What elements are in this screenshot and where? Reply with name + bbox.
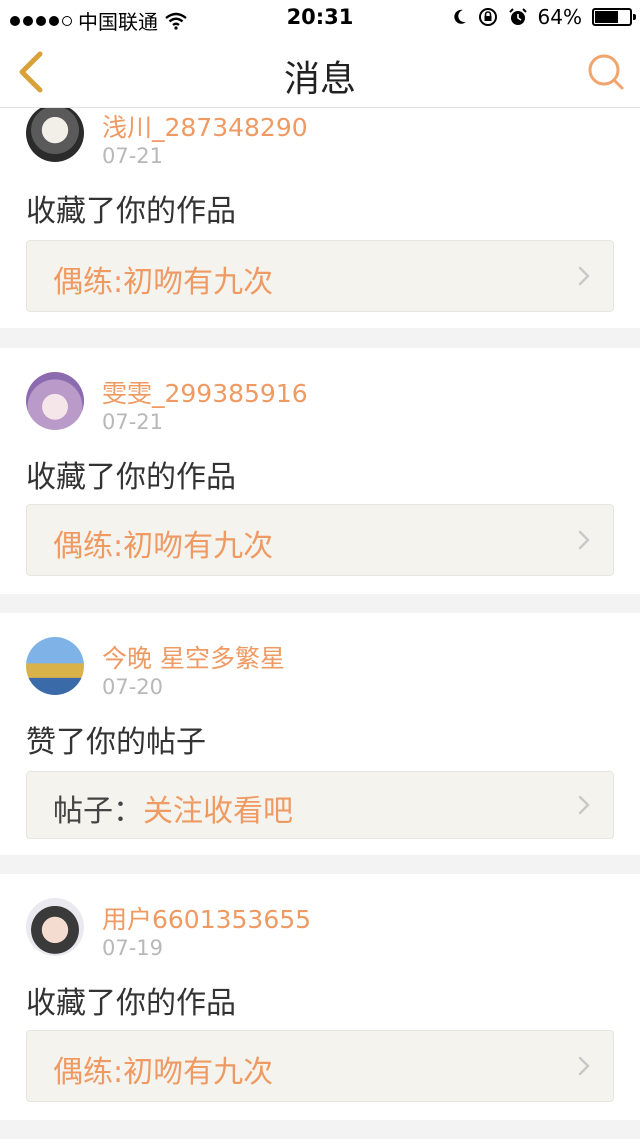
moon-icon bbox=[453, 9, 466, 24]
username[interactable]: 浅川_287348290 bbox=[102, 108, 308, 144]
username[interactable]: 用户6601353655 bbox=[102, 900, 311, 936]
search-icon bbox=[588, 54, 624, 90]
avatar[interactable] bbox=[26, 108, 84, 162]
action-text: 收藏了你的作品 bbox=[26, 986, 236, 1021]
reference-label: 帖子：关注收看吧 bbox=[53, 794, 293, 829]
list-item: 用户6601353655 07-19 收藏了你的作品 偶练:初吻有九次 bbox=[0, 874, 640, 1120]
username[interactable]: 雯雯_299385916 bbox=[102, 374, 308, 410]
page-title: 消息 bbox=[283, 59, 356, 100]
message-date: 07-21 bbox=[102, 144, 164, 168]
list-item: 今晚 星空多繁星 07-20 赞了你的帖子 帖子：关注收看吧 bbox=[0, 613, 640, 855]
avatar[interactable] bbox=[26, 637, 84, 695]
work-reference-link[interactable]: 偶练:初吻有九次 bbox=[26, 240, 614, 312]
list-item: 雯雯_299385916 07-21 收藏了你的作品 偶练:初吻有九次 bbox=[0, 348, 640, 594]
message-date: 07-20 bbox=[102, 675, 164, 699]
action-text: 收藏了你的作品 bbox=[26, 460, 236, 495]
list-item: 浅川_287348290 07-21 收藏了你的作品 偶练:初吻有九次 bbox=[0, 108, 640, 328]
alarm-icon bbox=[508, 8, 527, 25]
action-text: 收藏了你的作品 bbox=[26, 194, 236, 229]
message-date: 07-21 bbox=[102, 410, 164, 434]
nav-bar: 消息 bbox=[0, 36, 640, 108]
search-button[interactable] bbox=[584, 50, 628, 94]
message-date: 07-19 bbox=[102, 936, 164, 960]
battery-icon bbox=[592, 8, 636, 26]
post-reference-link[interactable]: 帖子：关注收看吧 bbox=[26, 771, 614, 839]
chevron-right-icon bbox=[578, 266, 590, 286]
avatar[interactable] bbox=[26, 898, 84, 956]
status-bar: 中国联通 20:31 64% bbox=[0, 0, 640, 36]
reference-label: 偶练:初吻有九次 bbox=[53, 529, 274, 564]
avatar[interactable] bbox=[26, 372, 84, 430]
action-text: 赞了你的帖子 bbox=[26, 725, 206, 760]
message-list[interactable]: 浅川_287348290 07-21 收藏了你的作品 偶练:初吻有九次 雯雯_2… bbox=[0, 108, 640, 1139]
battery-percent: 64% bbox=[537, 5, 582, 29]
status-right: 64% bbox=[452, 5, 636, 29]
work-reference-link[interactable]: 偶练:初吻有九次 bbox=[26, 1030, 614, 1102]
chevron-right-icon bbox=[578, 530, 590, 550]
rotation-lock-icon bbox=[478, 8, 497, 26]
chevron-right-icon bbox=[578, 795, 590, 815]
chevron-right-icon bbox=[578, 1056, 590, 1076]
reference-label: 偶练:初吻有九次 bbox=[53, 265, 274, 300]
username[interactable]: 今晚 星空多繁星 bbox=[102, 639, 285, 675]
reference-label: 偶练:初吻有九次 bbox=[53, 1055, 274, 1090]
work-reference-link[interactable]: 偶练:初吻有九次 bbox=[26, 504, 614, 576]
